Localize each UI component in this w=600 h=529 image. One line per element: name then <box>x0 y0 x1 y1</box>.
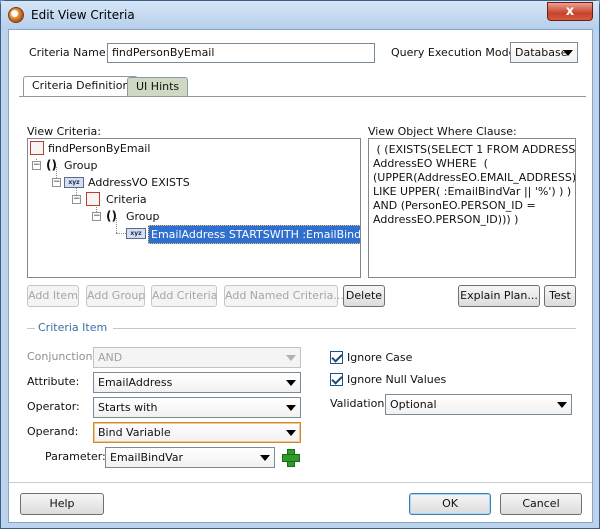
tree-node-vo-exists[interactable]: − xyz AddressVO EXISTS <box>52 174 252 191</box>
test-button[interactable]: Test <box>544 285 576 307</box>
edit-view-criteria-dialog: Edit View Criteria x Criteria Name: find… <box>0 0 600 529</box>
delete-button[interactable]: Delete <box>343 285 385 307</box>
tree-node-group-nested[interactable]: − () Group <box>92 208 212 225</box>
xyz-icon: xyz <box>126 228 146 239</box>
conjunction-select[interactable]: AND <box>93 347 301 368</box>
view-criteria-label: View Criteria: <box>27 125 101 138</box>
operator-value: Starts with <box>98 401 158 414</box>
xyz-icon: xyz <box>64 177 84 188</box>
add-criteria-button[interactable]: Add Criteria <box>151 285 217 307</box>
explain-plan-button[interactable]: Explain Plan... <box>458 285 540 307</box>
add-item-button[interactable]: Add Item <box>27 285 79 307</box>
ignore-case-label: Ignore Case <box>347 351 413 364</box>
chevron-down-icon <box>563 50 573 56</box>
chevron-down-icon <box>286 430 296 436</box>
add-parameter-icon[interactable] <box>282 449 300 467</box>
chevron-down-icon <box>557 402 567 408</box>
chevron-down-icon <box>286 380 296 386</box>
criteria-item-section-title: Criteria Item <box>38 321 108 334</box>
cancel-button[interactable]: Cancel <box>500 493 582 515</box>
ok-button[interactable]: OK <box>409 493 491 515</box>
conjunction-label: Conjunction: <box>27 350 97 363</box>
section-divider <box>27 328 35 329</box>
tree-node-label: AddressVO EXISTS <box>88 176 190 189</box>
tree-node-criteria[interactable]: − Criteria <box>72 191 192 208</box>
query-mode-select[interactable]: Database <box>510 42 578 63</box>
app-icon <box>8 7 24 23</box>
operand-label: Operand: <box>27 425 79 438</box>
parameter-select[interactable]: EmailBindVar <box>105 447 275 468</box>
validation-label: Validation: <box>330 397 389 410</box>
add-named-criteria-button[interactable]: Add Named Criteria... <box>224 285 344 307</box>
query-mode-value: Database <box>515 46 568 59</box>
chevron-down-icon <box>260 455 270 461</box>
group-icon: () <box>106 209 117 223</box>
criteria-name-label: Criteria Name: <box>29 46 110 59</box>
attribute-select[interactable]: EmailAddress <box>93 372 301 393</box>
tree-node-label: EmailAddress STARTSWITH :EmailBindVar <box>148 225 360 244</box>
tree-node-label: Group <box>64 159 98 172</box>
parameter-value: EmailBindVar <box>110 451 184 464</box>
where-clause-line: LIKE UPPER( :EmailBindVar || '%') ) ) <box>373 185 572 198</box>
tab-ui-hints[interactable]: UI Hints <box>127 77 189 97</box>
collapse-icon[interactable]: − <box>92 212 101 221</box>
attribute-label: Attribute: <box>27 375 80 388</box>
add-group-button[interactable]: Add Group <box>86 285 145 307</box>
tree-node-label: findPersonByEmail <box>48 142 151 155</box>
conjunction-value: AND <box>98 351 123 364</box>
operator-select[interactable]: Starts with <box>93 397 301 418</box>
ignore-null-values-checkbox[interactable] <box>330 373 343 386</box>
operand-value: Bind Variable <box>98 426 171 439</box>
chevron-down-icon <box>286 355 296 361</box>
tree-node-label: Criteria <box>106 193 147 206</box>
criteria-icon <box>86 192 100 206</box>
where-clause-line: ( (EXISTS(SELECT 1 FROM ADDRESS <box>373 143 576 156</box>
dialog-content: Criteria Name: findPersonByEmail Query E… <box>8 29 593 523</box>
operator-label: Operator: <box>27 400 80 413</box>
collapse-icon[interactable]: − <box>32 161 41 170</box>
where-clause-label: View Object Where Clause: <box>368 125 517 138</box>
where-clause-line: (UPPER(AddressEO.EMAIL_ADDRESS) <box>373 171 576 184</box>
chevron-down-icon <box>286 405 296 411</box>
ignore-case-checkbox[interactable] <box>330 351 343 364</box>
view-criteria-icon <box>30 141 44 155</box>
footer-divider <box>9 482 592 483</box>
group-icon: () <box>46 158 57 172</box>
tab-criteria-definition[interactable]: Criteria Definition <box>23 76 139 97</box>
where-clause-line: AddressEO.PERSON_ID))) ) <box>373 213 519 226</box>
tree-node-group[interactable]: − () Group <box>32 157 152 174</box>
where-clause-line: AND (PersonEO.PERSON_ID = <box>373 199 536 212</box>
query-mode-label: Query Execution Mode: <box>391 46 520 59</box>
help-button[interactable]: Help <box>20 493 104 515</box>
ignore-null-values-label: Ignore Null Values <box>347 373 447 386</box>
parameter-label: Parameter: <box>45 450 106 463</box>
tree-node-label: Group <box>126 210 160 223</box>
criteria-name-input[interactable]: findPersonByEmail <box>107 43 375 63</box>
close-button[interactable]: x <box>547 2 593 21</box>
tree-line <box>116 233 126 234</box>
tree-node-criteria-item[interactable]: xyz EmailAddress STARTSWITH :EmailBindVa… <box>126 225 360 244</box>
validation-value: Optional <box>390 398 437 411</box>
section-divider <box>113 328 576 329</box>
where-clause-text: ( (EXISTS(SELECT 1 FROM ADDRESS AddressE… <box>368 138 576 278</box>
collapse-icon[interactable]: − <box>52 178 61 187</box>
window-title: Edit View Criteria <box>31 8 135 22</box>
collapse-icon[interactable]: − <box>72 195 81 204</box>
attribute-value: EmailAddress <box>98 376 173 389</box>
title-bar[interactable]: Edit View Criteria x <box>1 1 599 29</box>
operand-select[interactable]: Bind Variable <box>93 422 301 443</box>
validation-select[interactable]: Optional <box>385 394 572 415</box>
where-clause-line: AddressEO WHERE ( <box>373 157 488 170</box>
view-criteria-tree[interactable]: findPersonByEmail − () Group − xyz Addre… <box>27 138 361 278</box>
